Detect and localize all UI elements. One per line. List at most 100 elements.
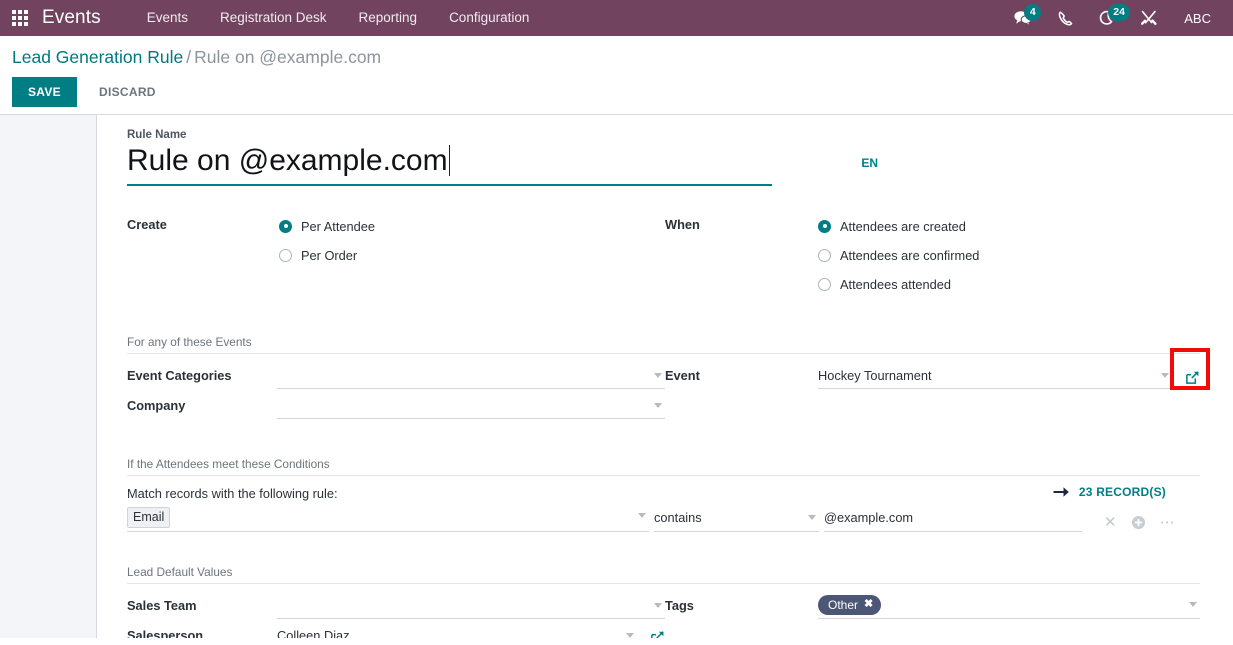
condition-field-cell[interactable]: Email bbox=[127, 506, 649, 532]
radio-indicator[interactable] bbox=[818, 248, 831, 262]
radio-indicator[interactable] bbox=[818, 219, 831, 233]
lead-defaults-left-col: Sales Team Salesperson Colleen Diaz bbox=[127, 589, 665, 639]
conditions-section-title: If the Attendees meet these Conditions bbox=[127, 457, 1200, 476]
activities-button[interactable]: 24 bbox=[1086, 0, 1130, 36]
company-label: Company bbox=[127, 397, 186, 413]
records-count-link[interactable]: 23 RECORD(S) bbox=[1053, 485, 1166, 499]
messages-badge: 4 bbox=[1024, 4, 1042, 21]
chevron-down-icon[interactable] bbox=[1189, 601, 1197, 607]
event-input[interactable]: Hockey Tournament bbox=[818, 363, 1172, 389]
external-link-icon bbox=[1186, 370, 1199, 384]
radio-indicator[interactable] bbox=[818, 277, 831, 291]
salesperson-row: Salesperson Colleen Diaz bbox=[127, 623, 665, 639]
salesperson-input[interactable]: Colleen Diaz bbox=[277, 623, 637, 638]
radio-attendees-created[interactable]: Attendees are created bbox=[818, 212, 1200, 241]
radio-attendees-confirmed-label: Attendees are confirmed bbox=[840, 247, 980, 263]
radio-groups-grid: Create Per Attendee Per Order When Atten… bbox=[127, 212, 1200, 299]
add-condition-button[interactable] bbox=[1131, 515, 1146, 530]
condition-operator-cell[interactable]: contains bbox=[654, 509, 819, 532]
condition-row: Email contains @example.com ✕ ⋯ bbox=[127, 506, 1200, 532]
when-group: When Attendees are created Attendees are… bbox=[665, 212, 1200, 299]
when-label: When bbox=[665, 216, 700, 232]
save-button[interactable]: SAVE bbox=[12, 77, 77, 107]
breadcrumb-current: Rule on @example.com bbox=[194, 47, 382, 67]
phone-icon bbox=[1058, 10, 1073, 25]
remove-condition-button[interactable]: ✕ bbox=[1104, 515, 1117, 530]
rule-name-label: Rule Name bbox=[127, 129, 187, 141]
chevron-down-icon[interactable] bbox=[654, 402, 662, 408]
apps-grid-icon[interactable] bbox=[12, 10, 28, 26]
breadcrumb-separator: / bbox=[186, 47, 192, 67]
lead-defaults-right-col: Tags Other ✖ bbox=[665, 589, 1200, 639]
event-categories-input[interactable] bbox=[277, 363, 665, 389]
more-options-button[interactable]: ⋯ bbox=[1160, 515, 1176, 530]
company-input[interactable] bbox=[277, 393, 665, 419]
menu-registration-desk[interactable]: Registration Desk bbox=[204, 0, 343, 36]
condition-value: @example.com bbox=[824, 509, 914, 525]
salesperson-label: Salesperson bbox=[127, 627, 204, 639]
radio-indicator[interactable] bbox=[279, 219, 292, 233]
radio-indicator[interactable] bbox=[279, 248, 292, 262]
radio-per-attendee[interactable]: Per Attendee bbox=[279, 212, 665, 241]
tags-row: Tags Other ✖ bbox=[665, 593, 1200, 621]
tag-chip[interactable]: Other ✖ bbox=[818, 594, 882, 616]
radio-per-order[interactable]: Per Order bbox=[279, 241, 665, 270]
phone-button[interactable] bbox=[1044, 0, 1086, 36]
messages-button[interactable]: 4 bbox=[1002, 0, 1044, 36]
form-sheet: Rule Name Rule on @example.com EN Create… bbox=[97, 115, 1233, 638]
wrench-screwdriver-icon bbox=[1141, 10, 1157, 25]
rule-name-value: Rule on @example.com bbox=[127, 144, 448, 177]
rule-name-input[interactable]: Rule on @example.com bbox=[127, 142, 772, 186]
menu-reporting[interactable]: Reporting bbox=[343, 0, 434, 36]
discard-button[interactable]: DISCARD bbox=[85, 77, 170, 107]
events-section-title: For any of these Events bbox=[127, 335, 1200, 354]
menu-configuration[interactable]: Configuration bbox=[433, 0, 545, 36]
left-rail bbox=[0, 115, 97, 638]
tags-field: Other ✖ bbox=[818, 593, 1200, 619]
user-menu[interactable]: ABC bbox=[1170, 11, 1221, 26]
menu-events[interactable]: Events bbox=[131, 0, 204, 36]
radio-attendees-attended[interactable]: Attendees attended bbox=[818, 270, 1200, 299]
condition-actions: ✕ ⋯ bbox=[1104, 515, 1176, 532]
condition-field-chip[interactable]: Email bbox=[127, 506, 171, 528]
breadcrumb: Lead Generation Rule / Rule on @example.co… bbox=[12, 47, 1233, 68]
events-section-grid: Event Categories Company Event Hockey To… bbox=[127, 347, 1210, 421]
tag-remove-icon[interactable]: ✖ bbox=[864, 598, 873, 611]
chevron-down-icon[interactable] bbox=[1161, 372, 1169, 378]
create-row: Create Per Attendee Per Order bbox=[127, 212, 665, 270]
sales-team-label: Sales Team bbox=[127, 597, 197, 613]
chevron-down-icon[interactable] bbox=[654, 602, 662, 608]
chevron-down-icon[interactable] bbox=[638, 512, 646, 518]
company-field bbox=[277, 393, 665, 419]
radio-attendees-confirmed[interactable]: Attendees are confirmed bbox=[818, 241, 1200, 270]
events-section: For any of these Events Event Categories bbox=[127, 335, 1210, 421]
condition-operator-value: contains bbox=[654, 509, 702, 525]
rule-name-field-wrap: Rule Name Rule on @example.com EN bbox=[127, 129, 878, 186]
when-options: Attendees are created Attendees are conf… bbox=[818, 212, 1200, 299]
tools-button[interactable] bbox=[1128, 0, 1170, 36]
event-row: Event Hockey Tournament bbox=[665, 347, 1210, 391]
tags-input[interactable]: Other ✖ bbox=[818, 593, 1200, 619]
app-brand-events[interactable]: Events bbox=[42, 7, 101, 29]
workspace: Rule Name Rule on @example.com EN Create… bbox=[0, 115, 1233, 638]
tag-label: Other bbox=[828, 597, 859, 612]
breadcrumb-root-link[interactable]: Lead Generation Rule bbox=[12, 47, 183, 67]
sales-team-input[interactable] bbox=[277, 593, 665, 619]
lead-defaults-grid: Sales Team Salesperson Colleen Diaz Tags… bbox=[127, 589, 1200, 639]
chevron-down-icon[interactable] bbox=[626, 632, 634, 638]
create-options: Per Attendee Per Order bbox=[277, 212, 665, 270]
create-label: Create bbox=[127, 216, 167, 232]
events-left-col: Event Categories Company bbox=[127, 359, 665, 421]
language-badge[interactable]: EN bbox=[861, 156, 878, 170]
event-field: Hockey Tournament bbox=[818, 347, 1210, 390]
condition-value-cell[interactable]: @example.com bbox=[824, 509, 1082, 532]
radio-attendees-created-label: Attendees are created bbox=[840, 218, 966, 234]
salesperson-external-link-button[interactable] bbox=[650, 630, 665, 638]
event-label: Event bbox=[665, 367, 700, 383]
event-value: Hockey Tournament bbox=[818, 367, 932, 383]
chevron-down-icon[interactable] bbox=[808, 514, 816, 520]
activities-badge: 24 bbox=[1108, 4, 1130, 21]
lead-defaults-section: Lead Default Values Sales Team Salespers… bbox=[127, 565, 1200, 639]
event-external-link-button[interactable] bbox=[1185, 370, 1200, 385]
chevron-down-icon[interactable] bbox=[654, 372, 662, 378]
